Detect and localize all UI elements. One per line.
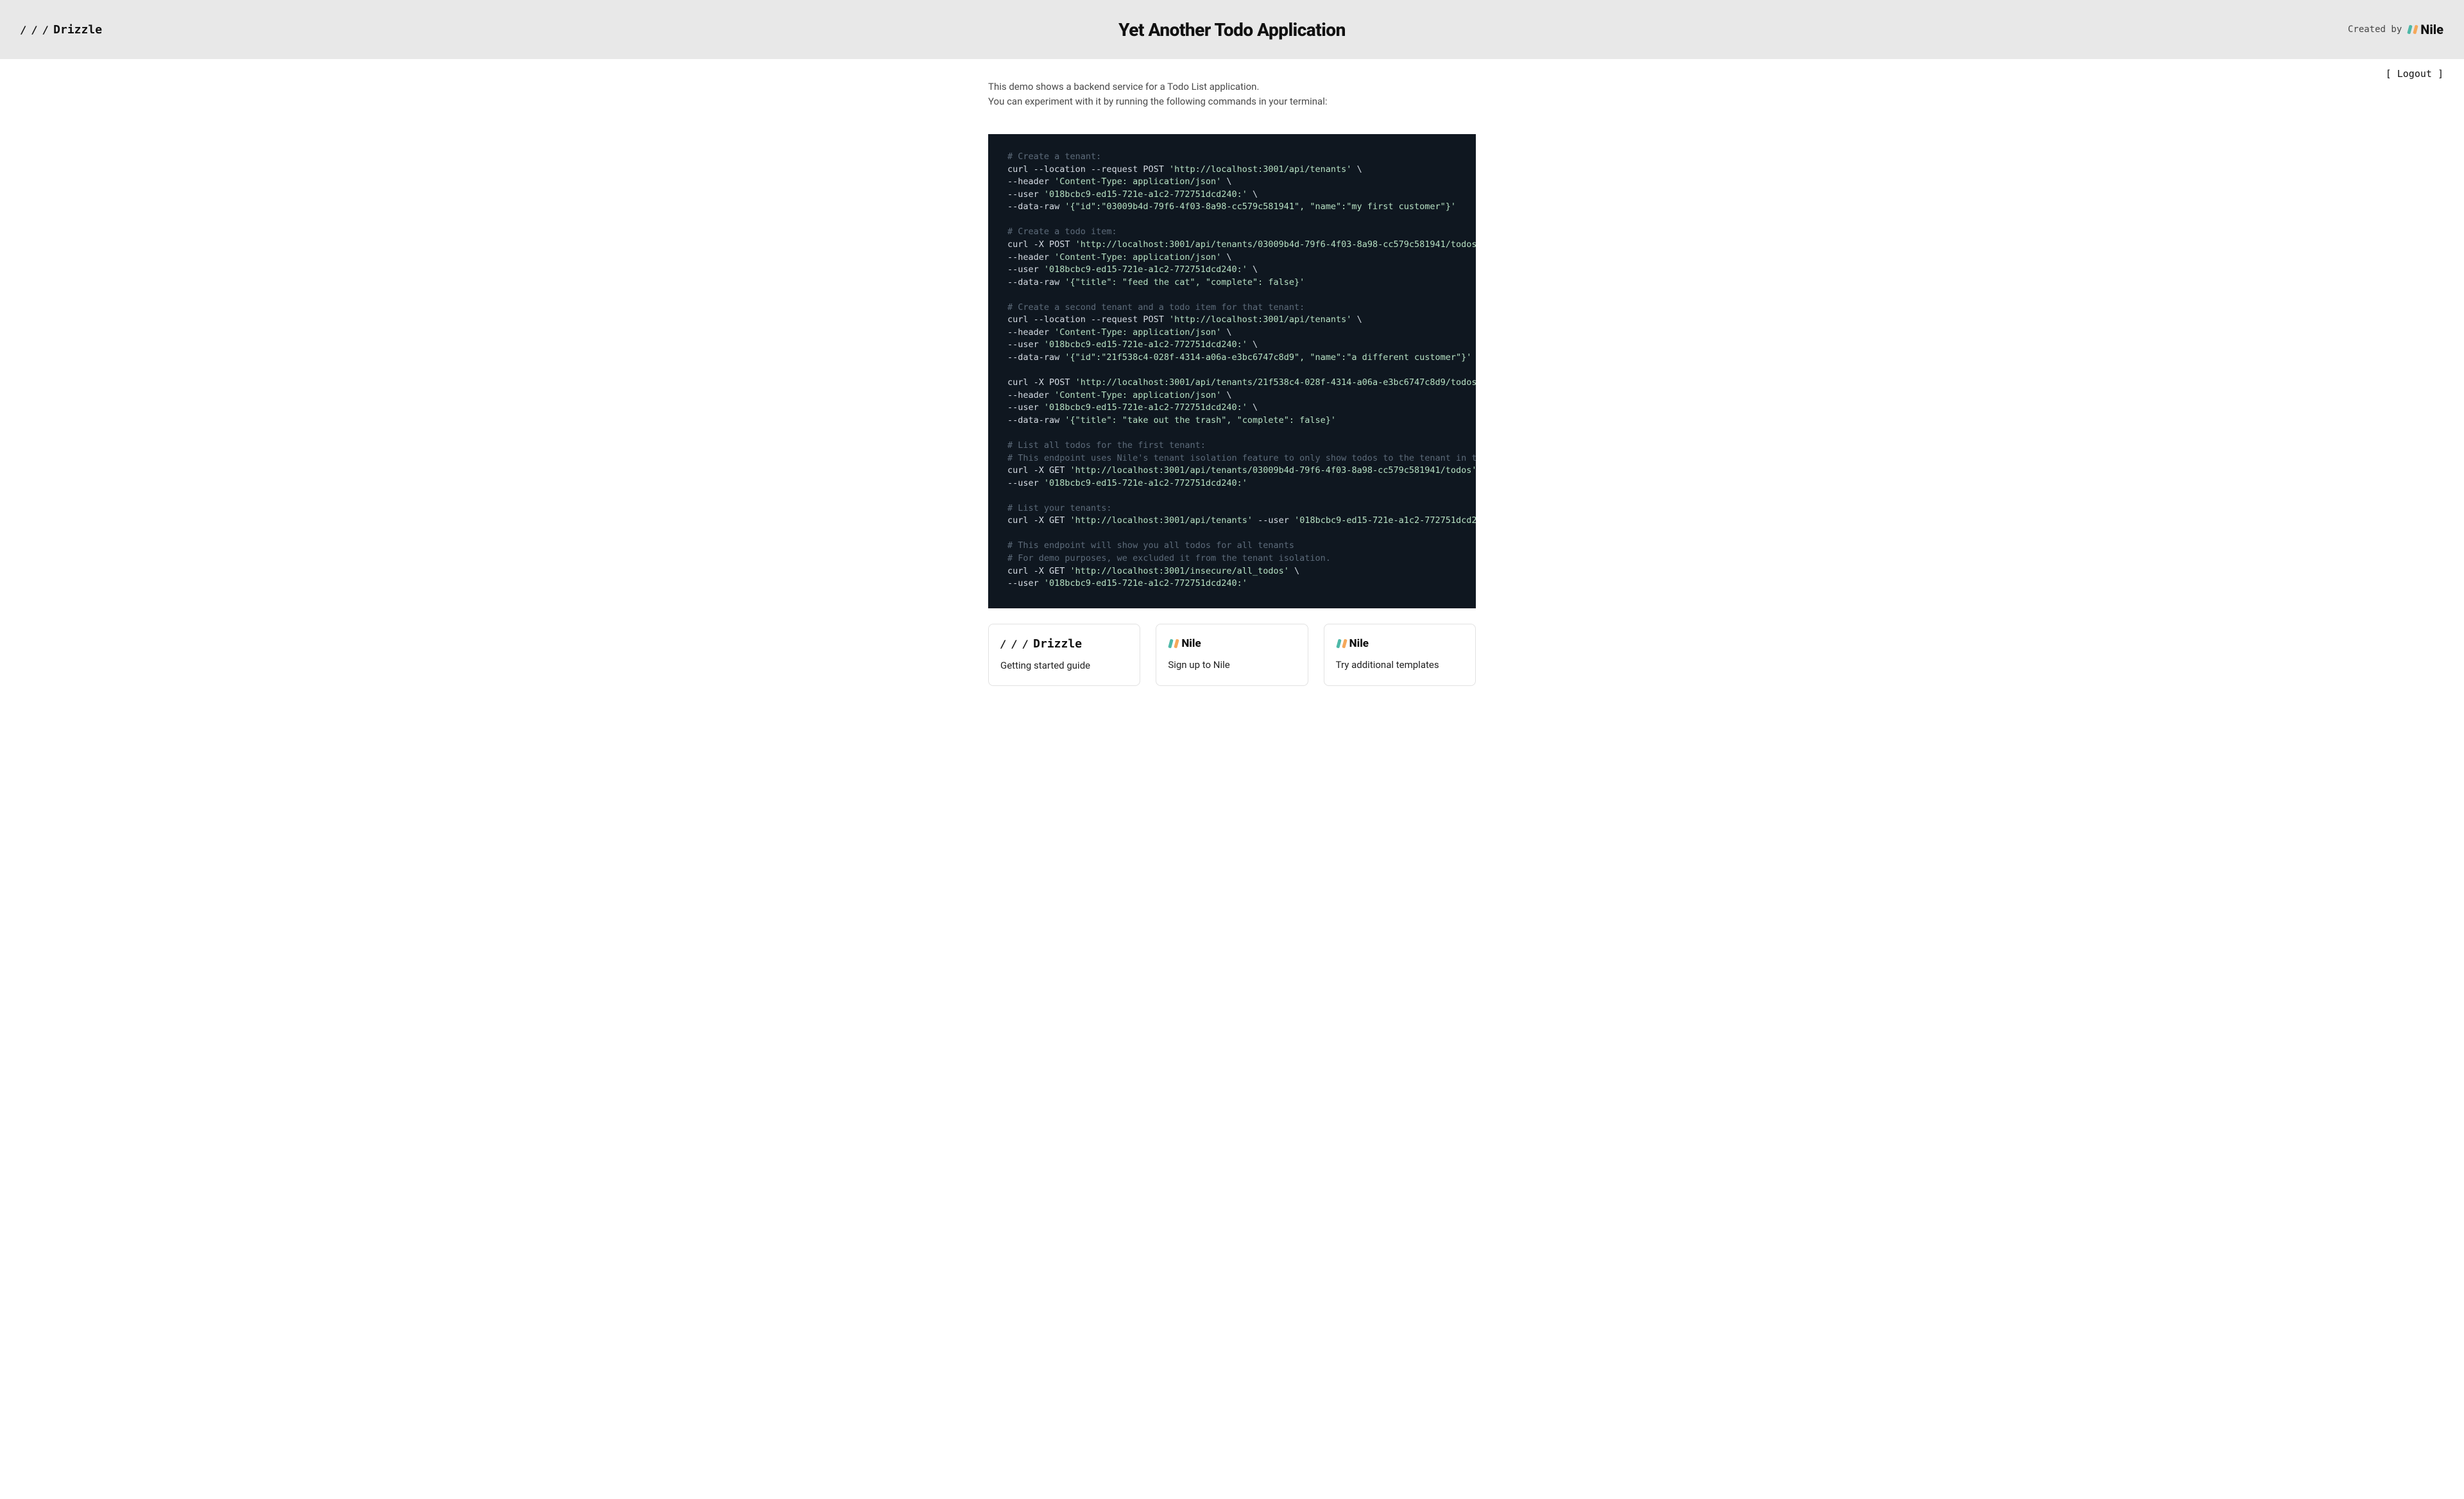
- drizzle-wordmark: Drizzle: [1033, 637, 1082, 651]
- drizzle-icon: / / /: [21, 24, 48, 36]
- page-title: Yet Another Todo Application: [162, 19, 2302, 40]
- drizzle-icon: / / /: [1000, 638, 1028, 650]
- nile-logo: Nile: [1336, 637, 1464, 650]
- intro-line-2: You can experiment with it by running th…: [988, 94, 1476, 109]
- intro-text: This demo shows a backend service for a …: [988, 80, 1476, 108]
- card-body: Try additional templates: [1336, 659, 1464, 671]
- header-left: / / / Drizzle: [21, 23, 162, 37]
- link-card[interactable]: Nile Sign up to Nile: [1156, 624, 1308, 686]
- topbar: [ Logout ]: [15, 59, 2449, 80]
- card-body: Getting started guide: [1000, 660, 1128, 671]
- drizzle-logo[interactable]: / / / Drizzle: [21, 23, 102, 37]
- nile-icon: [1336, 638, 1346, 649]
- header-right: Created by Nile: [2302, 22, 2443, 37]
- app-header: / / / Drizzle Yet Another Todo Applicati…: [0, 0, 2464, 59]
- nile-logo: Nile: [1168, 637, 1296, 650]
- logout-link[interactable]: [ Logout ]: [2386, 68, 2443, 80]
- terminal-code-block: # Create a tenant: curl --location --req…: [988, 134, 1476, 608]
- nile-logo[interactable]: Nile: [2407, 22, 2443, 37]
- link-cards: / / / Drizzle Getting started guide Nile Sig…: [988, 624, 1476, 686]
- nile-wordmark: Nile: [1349, 637, 1369, 650]
- link-card[interactable]: Nile Try additional templates: [1324, 624, 1476, 686]
- card-body: Sign up to Nile: [1168, 659, 1296, 671]
- nile-wordmark: Nile: [1181, 637, 1201, 650]
- nile-wordmark: Nile: [2420, 22, 2443, 37]
- link-card[interactable]: / / / Drizzle Getting started guide: [988, 624, 1140, 686]
- created-by-label: Created by: [2348, 24, 2402, 35]
- nile-icon: [1168, 638, 1178, 649]
- drizzle-logo: / / / Drizzle: [1000, 637, 1128, 651]
- drizzle-wordmark: Drizzle: [53, 23, 102, 37]
- intro-line-1: This demo shows a backend service for a …: [988, 80, 1476, 94]
- nile-icon: [2407, 24, 2417, 35]
